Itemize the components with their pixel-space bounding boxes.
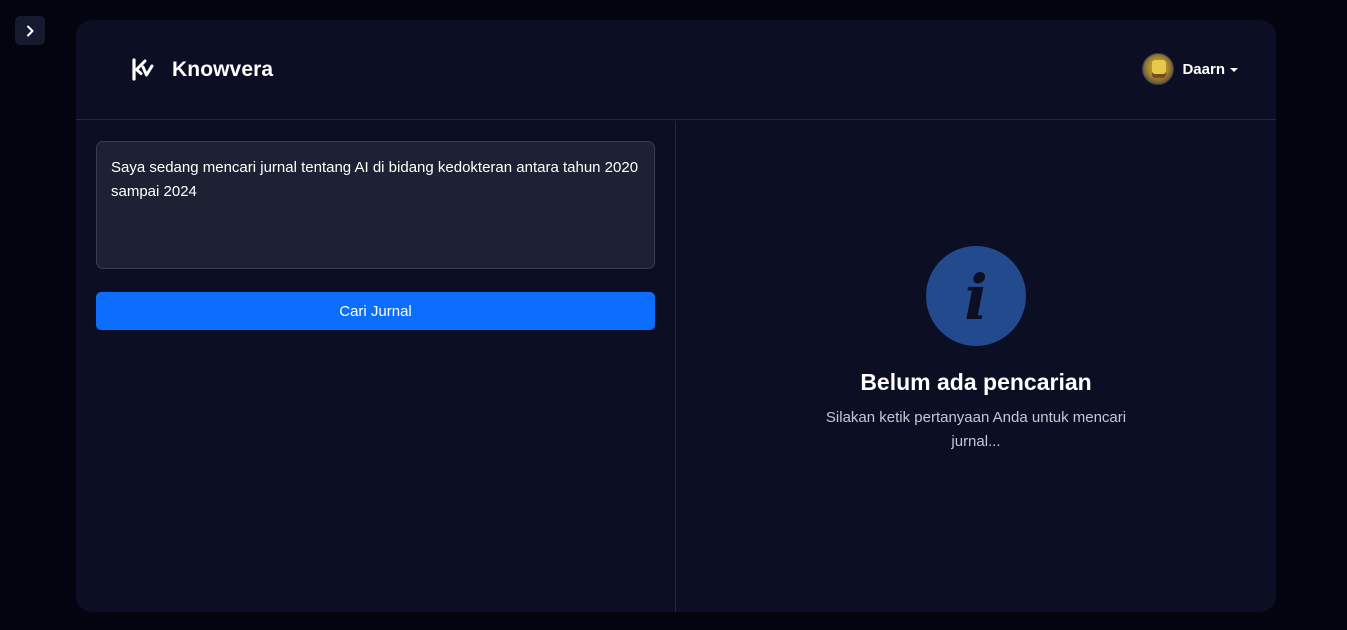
empty-state-description: Silakan ketik pertanyaan Anda untuk menc…	[825, 409, 1127, 450]
chevron-right-icon	[27, 25, 34, 36]
avatar-image	[1152, 60, 1167, 78]
user-avatar	[1142, 53, 1175, 85]
brand[interactable]: Knowvera	[131, 58, 273, 82]
query-input[interactable]: Saya sedang mencari jurnal tentang AI di…	[96, 141, 655, 269]
search-journal-button[interactable]: Cari Jurnal	[96, 292, 655, 330]
main-card: Knowvera Daarn Saya sedang mencari jurna…	[76, 20, 1276, 612]
knowvera-logo-icon	[132, 58, 154, 81]
user-name: Daarn	[1182, 60, 1225, 78]
content-area: Saya sedang mencari jurnal tentang AI di…	[76, 121, 1276, 612]
sidebar-toggle-button[interactable]	[15, 16, 45, 45]
empty-state: i Belum ada pencarian Silakan ketik pert…	[676, 246, 1276, 454]
caret-down-icon	[1230, 67, 1238, 72]
empty-state-title: Belum ada pencarian	[860, 369, 1092, 395]
brand-name: Knowvera	[172, 58, 274, 81]
results-pane: i Belum ada pencarian Silakan ketik pert…	[676, 121, 1276, 612]
user-menu-dropdown[interactable]: Daarn	[1142, 53, 1238, 85]
app-header: Knowvera Daarn	[76, 20, 1276, 120]
search-pane: Saya sedang mencari jurnal tentang AI di…	[76, 121, 676, 612]
info-glyph: i	[964, 261, 988, 334]
info-icon: i	[926, 246, 1026, 346]
